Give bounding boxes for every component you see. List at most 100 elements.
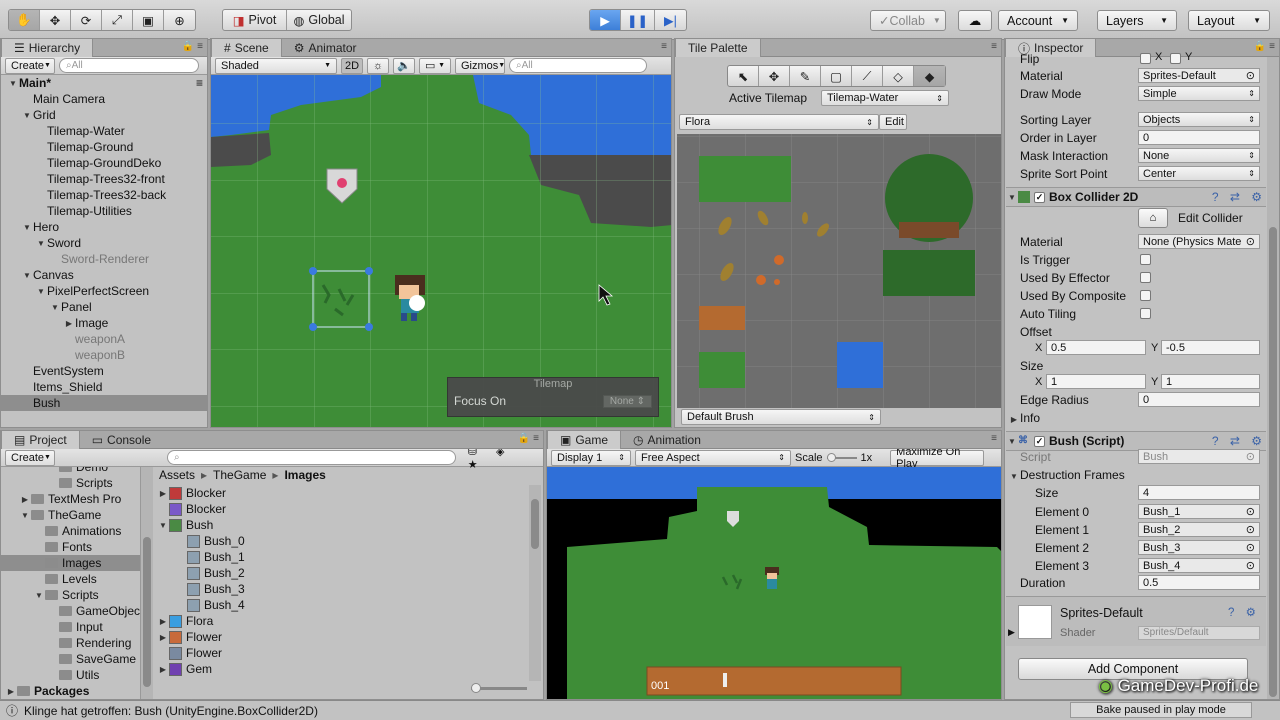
move-tool-icon[interactable]: ✥: [759, 66, 790, 86]
asset-item[interactable]: ▶ Blocker: [155, 485, 531, 501]
hierarchy-search-input[interactable]: ⌕ All: [59, 58, 199, 73]
rotate-tool-icon[interactable]: ⟳: [71, 10, 102, 30]
component-menu-icons[interactable]: ? ⇄ ⚙: [1212, 434, 1266, 448]
asset-item[interactable]: ▶ Flora: [155, 613, 531, 629]
expand-arrow-icon[interactable]: ▼: [21, 111, 33, 120]
tab-tile-palette[interactable]: Tile Palette: [675, 39, 761, 57]
hierarchy-item[interactable]: ▼ Sword: [1, 235, 207, 251]
panel-menu-icon[interactable]: ≡: [991, 433, 997, 444]
slider-knob[interactable]: [471, 683, 481, 693]
offset-y-input[interactable]: -0.5: [1161, 340, 1260, 355]
eraser-icon[interactable]: ◇: [883, 66, 914, 86]
tab-inspector[interactable]: ⓘ Inspector: [1005, 39, 1097, 57]
sorting-layer-dropdown[interactable]: Objects ⇕: [1138, 112, 1260, 127]
project-create-dropdown[interactable]: Create ▼: [5, 449, 55, 466]
frames-size-input[interactable]: 4: [1138, 485, 1260, 500]
project-folder[interactable]: ▶ Packages: [1, 683, 140, 699]
foldout-arrow-icon[interactable]: ▶: [1008, 627, 1015, 638]
foldout-arrow-icon[interactable]: ▼: [1006, 437, 1018, 446]
expand-arrow-icon[interactable]: ▼: [19, 511, 31, 520]
expand-arrow-icon[interactable]: ▼: [157, 521, 169, 530]
sprite-sort-point-dropdown[interactable]: Center ⇕: [1138, 166, 1260, 181]
project-folder[interactable]: ▼ TheGame: [1, 507, 140, 523]
scrollbar-thumb[interactable]: [143, 537, 151, 687]
hierarchy-item[interactable]: Tilemap-Trees32-front: [1, 171, 207, 187]
material-field[interactable]: Sprites-Default ⊙: [1138, 68, 1260, 83]
frame-element-field[interactable]: Bush_4 ⊙: [1138, 558, 1260, 573]
asset-item[interactable]: Bush_3: [155, 581, 531, 597]
project-folder[interactable]: Rendering: [1, 635, 140, 651]
box-fill-icon[interactable]: ▢: [821, 66, 852, 86]
frame-element-field[interactable]: Bush_2 ⊙: [1138, 522, 1260, 537]
display-dropdown[interactable]: Display 1 ⇕: [551, 449, 631, 466]
project-folder[interactable]: Levels: [1, 571, 140, 587]
breadcrumb-item[interactable]: Assets: [159, 468, 195, 482]
play-button[interactable]: ▶: [590, 10, 621, 30]
panel-menu-icon[interactable]: ≡: [991, 41, 997, 52]
panel-menu-icon[interactable]: 🔒 ≡: [182, 41, 203, 52]
hierarchy-item[interactable]: Main Camera: [1, 91, 207, 107]
tile-grass-corner[interactable]: [699, 352, 745, 388]
selection-handle[interactable]: [365, 267, 373, 275]
scale-tool-icon[interactable]: ⤢: [102, 10, 133, 30]
bush-script-header[interactable]: ▼ ⌘ ✓ Bush (Script) ? ⇄ ⚙: [1006, 431, 1266, 451]
tab-animator[interactable]: ⚙ Animator: [282, 39, 369, 57]
hierarchy-item[interactable]: ▼ Main* ≡: [1, 75, 207, 91]
tab-game[interactable]: ▣ Game: [547, 431, 622, 449]
expand-arrow-icon[interactable]: ▶: [5, 687, 17, 696]
picker-icon[interactable]: ⟋: [852, 66, 883, 86]
tab-scene[interactable]: # Scene: [211, 39, 282, 57]
hierarchy-item[interactable]: Items_Shield: [1, 379, 207, 395]
expand-arrow-icon[interactable]: ▼: [21, 223, 33, 232]
asset-item[interactable]: ▶ Flower: [155, 629, 531, 645]
lighting-toggle-icon[interactable]: ☼: [367, 57, 389, 74]
hierarchy-item[interactable]: Tilemap-Utilities: [1, 203, 207, 219]
paint-brush-icon[interactable]: ✎: [790, 66, 821, 86]
object-picker-icon[interactable]: ⊙: [1246, 505, 1255, 518]
transform-tool-icon[interactable]: ⊕: [164, 10, 195, 30]
asset-item[interactable]: Bush_0: [155, 533, 531, 549]
used-by-effector-checkbox[interactable]: [1140, 272, 1151, 283]
account-dropdown[interactable]: Account ▼: [998, 10, 1078, 31]
layers-dropdown[interactable]: Layers ▼: [1097, 10, 1177, 31]
object-picker-icon[interactable]: ⊙: [1246, 523, 1255, 536]
layout-dropdown[interactable]: Layout ▼: [1188, 10, 1270, 31]
tab-hierarchy[interactable]: ☰ Hierarchy: [1, 39, 94, 57]
hierarchy-item[interactable]: Tilemap-Water: [1, 123, 207, 139]
gizmos-dropdown[interactable]: Gizmos ▼: [455, 57, 505, 74]
expand-arrow-icon[interactable]: ▼: [7, 79, 19, 88]
tile-tree[interactable]: [883, 154, 975, 296]
flip-y-checkbox[interactable]: [1170, 53, 1181, 64]
is-trigger-checkbox[interactable]: [1140, 254, 1151, 265]
selection-handle[interactable]: [309, 323, 317, 331]
edit-collider-button[interactable]: ⌂: [1138, 208, 1168, 228]
create-dropdown[interactable]: Create ▼: [5, 57, 55, 74]
box-collider-header[interactable]: ▼ ✓ Box Collider 2D ? ⇄ ⚙: [1006, 187, 1266, 207]
object-picker-icon[interactable]: ⊙: [1246, 235, 1255, 248]
hierarchy-item[interactable]: EventSystem: [1, 363, 207, 379]
selection-handle[interactable]: [365, 323, 373, 331]
project-folder[interactable]: Demo: [1, 467, 140, 475]
size-y-input[interactable]: 1: [1161, 374, 1260, 389]
audio-toggle-icon[interactable]: 🔈: [393, 57, 415, 74]
expand-arrow-icon[interactable]: ▶: [157, 633, 169, 642]
asset-item[interactable]: Bush_2: [155, 565, 531, 581]
collapse-arrow-icon[interactable]: ▶: [63, 319, 75, 328]
project-folder[interactable]: ▼ Scripts: [1, 587, 140, 603]
object-picker-icon[interactable]: ⊙: [1246, 69, 1255, 82]
draw-mode-dropdown[interactable]: Simple ⇕: [1138, 86, 1260, 101]
expand-arrow-icon[interactable]: ▼: [21, 271, 33, 280]
box-collider-enabled-checkbox[interactable]: ✓: [1034, 191, 1045, 203]
breadcrumb-item[interactable]: TheGame: [213, 468, 266, 482]
project-folder[interactable]: Utils: [1, 667, 140, 683]
scrollbar-thumb[interactable]: [531, 499, 539, 549]
hierarchy-item[interactable]: Tilemap-Trees32-back: [1, 187, 207, 203]
offset-x-input[interactable]: 0.5: [1046, 340, 1146, 355]
expand-arrow-icon[interactable]: ▼: [49, 303, 61, 312]
collider-material-field[interactable]: None (Physics Mate ⊙: [1138, 234, 1260, 249]
hierarchy-item[interactable]: Tilemap-Ground: [1, 139, 207, 155]
tree-scrollbar[interactable]: [141, 467, 153, 699]
hierarchy-item[interactable]: Bush: [1, 395, 207, 411]
project-folder[interactable]: Scripts: [1, 475, 140, 491]
object-picker-icon[interactable]: ⊙: [1246, 541, 1255, 554]
